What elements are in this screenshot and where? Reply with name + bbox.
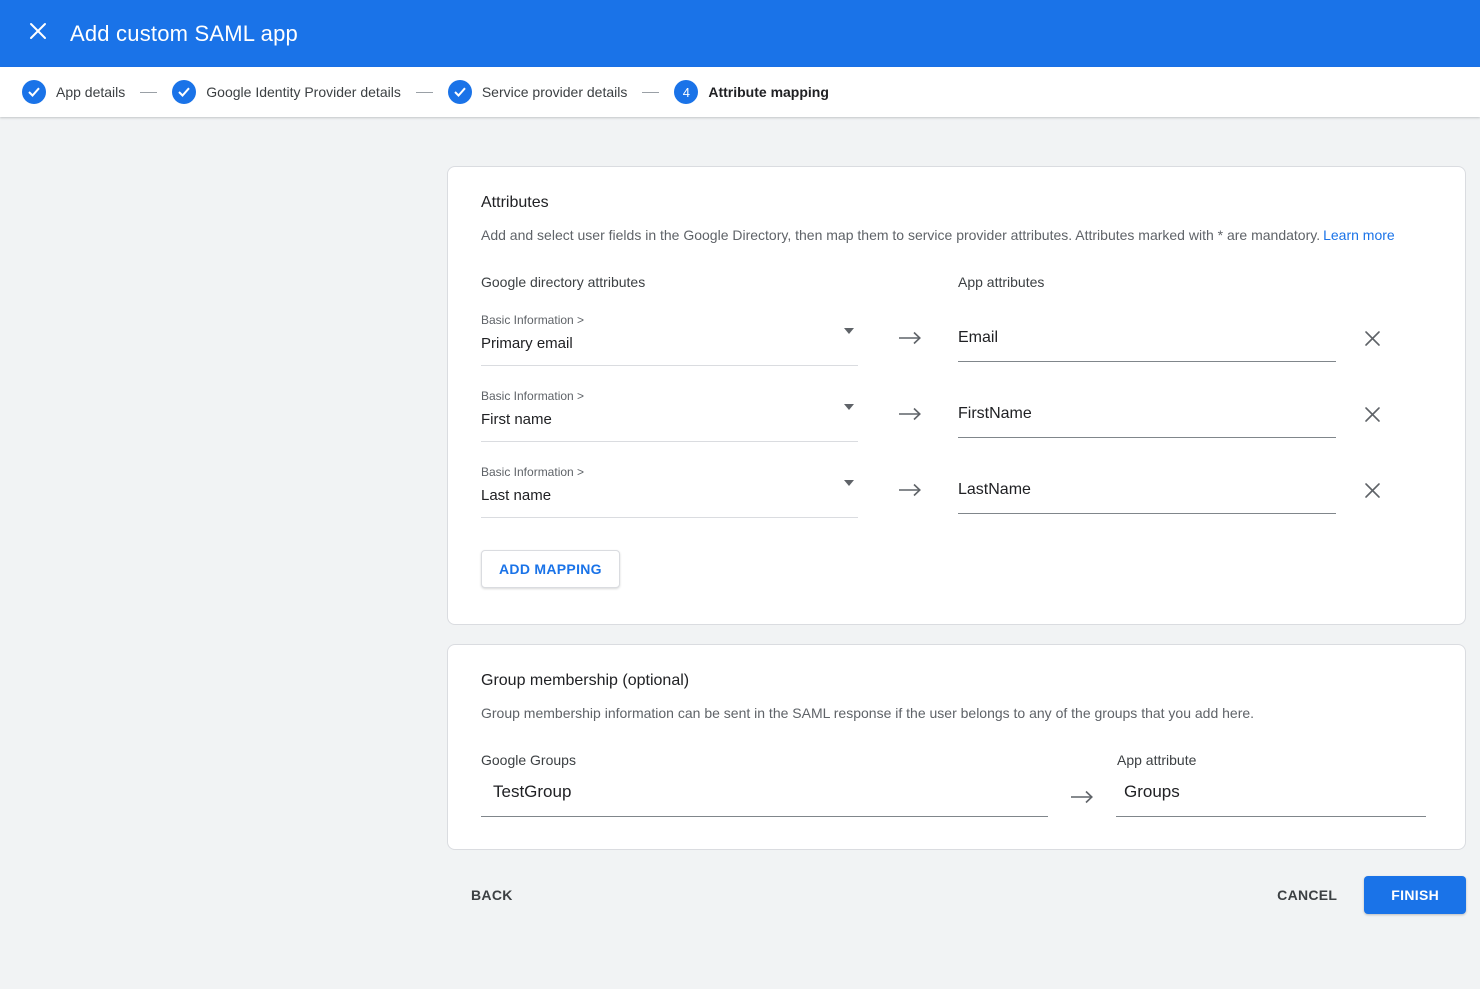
right-arrow-icon [898, 313, 922, 366]
attributes-description: Add and select user fields in the Google… [481, 225, 1432, 245]
group-card-title: Group membership (optional) [481, 672, 1432, 690]
close-icon [1364, 406, 1381, 428]
learn-more-link[interactable]: Learn more [1323, 227, 1395, 243]
check-icon [22, 80, 46, 104]
stepper-step-google-idp-details[interactable]: Google Identity Provider details [172, 80, 401, 104]
app-attributes-header: App attributes [958, 274, 1044, 290]
group-column-headers: Google Groups App attribute [481, 752, 1432, 768]
select-value: First name [481, 411, 858, 428]
google-groups-header: Google Groups [481, 752, 1117, 768]
close-icon [1364, 482, 1381, 504]
step-separator [416, 92, 433, 93]
select-category-label: Basic Information > [481, 389, 858, 403]
finish-button[interactable]: FINISH [1364, 876, 1466, 914]
select-value: Primary email [481, 335, 858, 352]
right-arrow-icon [898, 389, 922, 442]
group-app-attribute-input[interactable] [1116, 774, 1426, 817]
google-groups-input[interactable] [481, 774, 1048, 817]
step-label: Attribute mapping [708, 84, 829, 100]
select-value: Last name [481, 487, 858, 504]
right-arrow-icon [898, 465, 922, 518]
directory-attribute-select[interactable]: Basic Information > First name [481, 389, 858, 442]
check-icon [448, 80, 472, 104]
stepper-step-app-details[interactable]: App details [22, 80, 125, 104]
chevron-down-icon [844, 328, 854, 334]
google-directory-attributes-header: Google directory attributes [481, 274, 958, 290]
attributes-card-title: Attributes [481, 194, 1432, 212]
group-mapping-row [481, 774, 1432, 817]
dialog-title: Add custom SAML app [70, 21, 298, 47]
close-icon [29, 22, 47, 45]
close-icon [1364, 330, 1381, 352]
stepper-step-attribute-mapping[interactable]: 4 Attribute mapping [674, 80, 829, 104]
step-separator [642, 92, 659, 93]
step-label: Google Identity Provider details [206, 84, 401, 100]
step-separator [140, 92, 157, 93]
add-custom-saml-app-dialog: Add custom SAML app App details Google I… [0, 0, 1480, 989]
chevron-down-icon [844, 480, 854, 486]
stepper: App details Google Identity Provider det… [0, 67, 1480, 117]
right-arrow-icon [1070, 774, 1094, 817]
select-category-label: Basic Information > [481, 313, 858, 327]
attributes-column-headers: Google directory attributes App attribut… [481, 274, 1432, 290]
chevron-down-icon [844, 404, 854, 410]
dialog-footer: BACK CANCEL FINISH [447, 876, 1466, 914]
cancel-button[interactable]: CANCEL [1261, 877, 1353, 913]
check-icon [172, 80, 196, 104]
group-membership-card: Group membership (optional) Group member… [447, 644, 1466, 850]
dialog-content: Attributes Add and select user fields in… [0, 117, 1480, 989]
directory-attribute-select[interactable]: Basic Information > Primary email [481, 313, 858, 366]
attributes-card: Attributes Add and select user fields in… [447, 166, 1466, 625]
remove-mapping-button[interactable] [1358, 479, 1386, 507]
back-button[interactable]: BACK [455, 877, 529, 913]
directory-attribute-select[interactable]: Basic Information > Last name [481, 465, 858, 518]
step-number-badge: 4 [674, 80, 698, 104]
mapping-row: Basic Information > Primary email [481, 313, 1432, 366]
mapping-row: Basic Information > Last name [481, 465, 1432, 518]
close-button[interactable] [18, 14, 58, 54]
app-attribute-input[interactable] [958, 405, 1336, 438]
group-card-description: Group membership information can be sent… [481, 703, 1432, 723]
mapping-row: Basic Information > First name [481, 389, 1432, 442]
app-attribute-input[interactable] [958, 329, 1336, 362]
remove-mapping-button[interactable] [1358, 403, 1386, 431]
select-category-label: Basic Information > [481, 465, 858, 479]
step-label: Service provider details [482, 84, 628, 100]
dialog-header: Add custom SAML app [0, 0, 1480, 67]
app-attribute-header: App attribute [1117, 752, 1196, 768]
remove-mapping-button[interactable] [1358, 327, 1386, 355]
add-mapping-button[interactable]: ADD MAPPING [481, 550, 620, 588]
attributes-description-text: Add and select user fields in the Google… [481, 227, 1320, 243]
app-attribute-input[interactable] [958, 481, 1336, 514]
stepper-step-service-provider-details[interactable]: Service provider details [448, 80, 628, 104]
step-label: App details [56, 84, 125, 100]
